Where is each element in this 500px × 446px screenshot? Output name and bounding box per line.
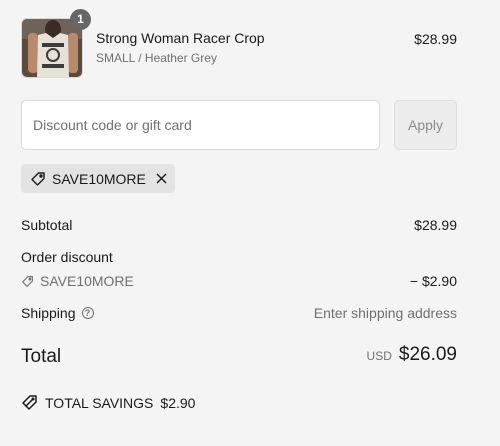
total-savings: TOTAL SAVINGS $2.90 (21, 394, 195, 411)
product-variant: SMALL / Heather Grey (96, 51, 217, 65)
shipping-label: Shipping (21, 305, 76, 321)
tag-icon (30, 171, 46, 187)
subtotal-label: Subtotal (21, 217, 73, 233)
currency-code: USD (366, 349, 392, 363)
applied-code-label: SAVE10MORE (52, 170, 146, 187)
product-price: $28.99 (414, 31, 457, 47)
savings-label: TOTAL SAVINGS (45, 394, 154, 411)
total-label: Total (21, 346, 62, 367)
savings-value: $2.90 (160, 394, 196, 411)
quantity-badge: 1 (70, 9, 91, 30)
total-value: $26.09 (398, 344, 457, 365)
line-item: 1 Strong Woman Racer Crop SMALL / Heathe… (21, 9, 457, 78)
discount-code-name: SAVE10MORE (40, 273, 134, 289)
help-icon[interactable]: ? (81, 307, 94, 319)
close-icon[interactable] (156, 173, 167, 184)
shipping-row: Shipping ? Enter shipping address (21, 305, 457, 321)
discount-code-input[interactable] (21, 100, 380, 150)
total-amount-group: USD $26.09 (367, 344, 457, 366)
product-name: Strong Woman Racer Crop (96, 30, 265, 46)
applied-discount-chip: SAVE10MORE (21, 164, 175, 193)
tag-icon (21, 275, 34, 288)
discount-code-row: SAVE10MORE − $2.90 (21, 273, 457, 289)
order-discount-label: Order discount (21, 249, 113, 265)
subtotal-value: $28.99 (414, 217, 457, 233)
discount-value: − $2.90 (409, 273, 457, 289)
total-row: Total USD $26.09 (21, 344, 457, 374)
shipping-value: Enter shipping address (313, 305, 457, 321)
order-discount-row: Order discount (21, 249, 457, 265)
subtotal-row: Subtotal $28.99 (21, 217, 457, 233)
savings-tag-icon (21, 394, 38, 411)
apply-button[interactable]: Apply (394, 100, 457, 150)
